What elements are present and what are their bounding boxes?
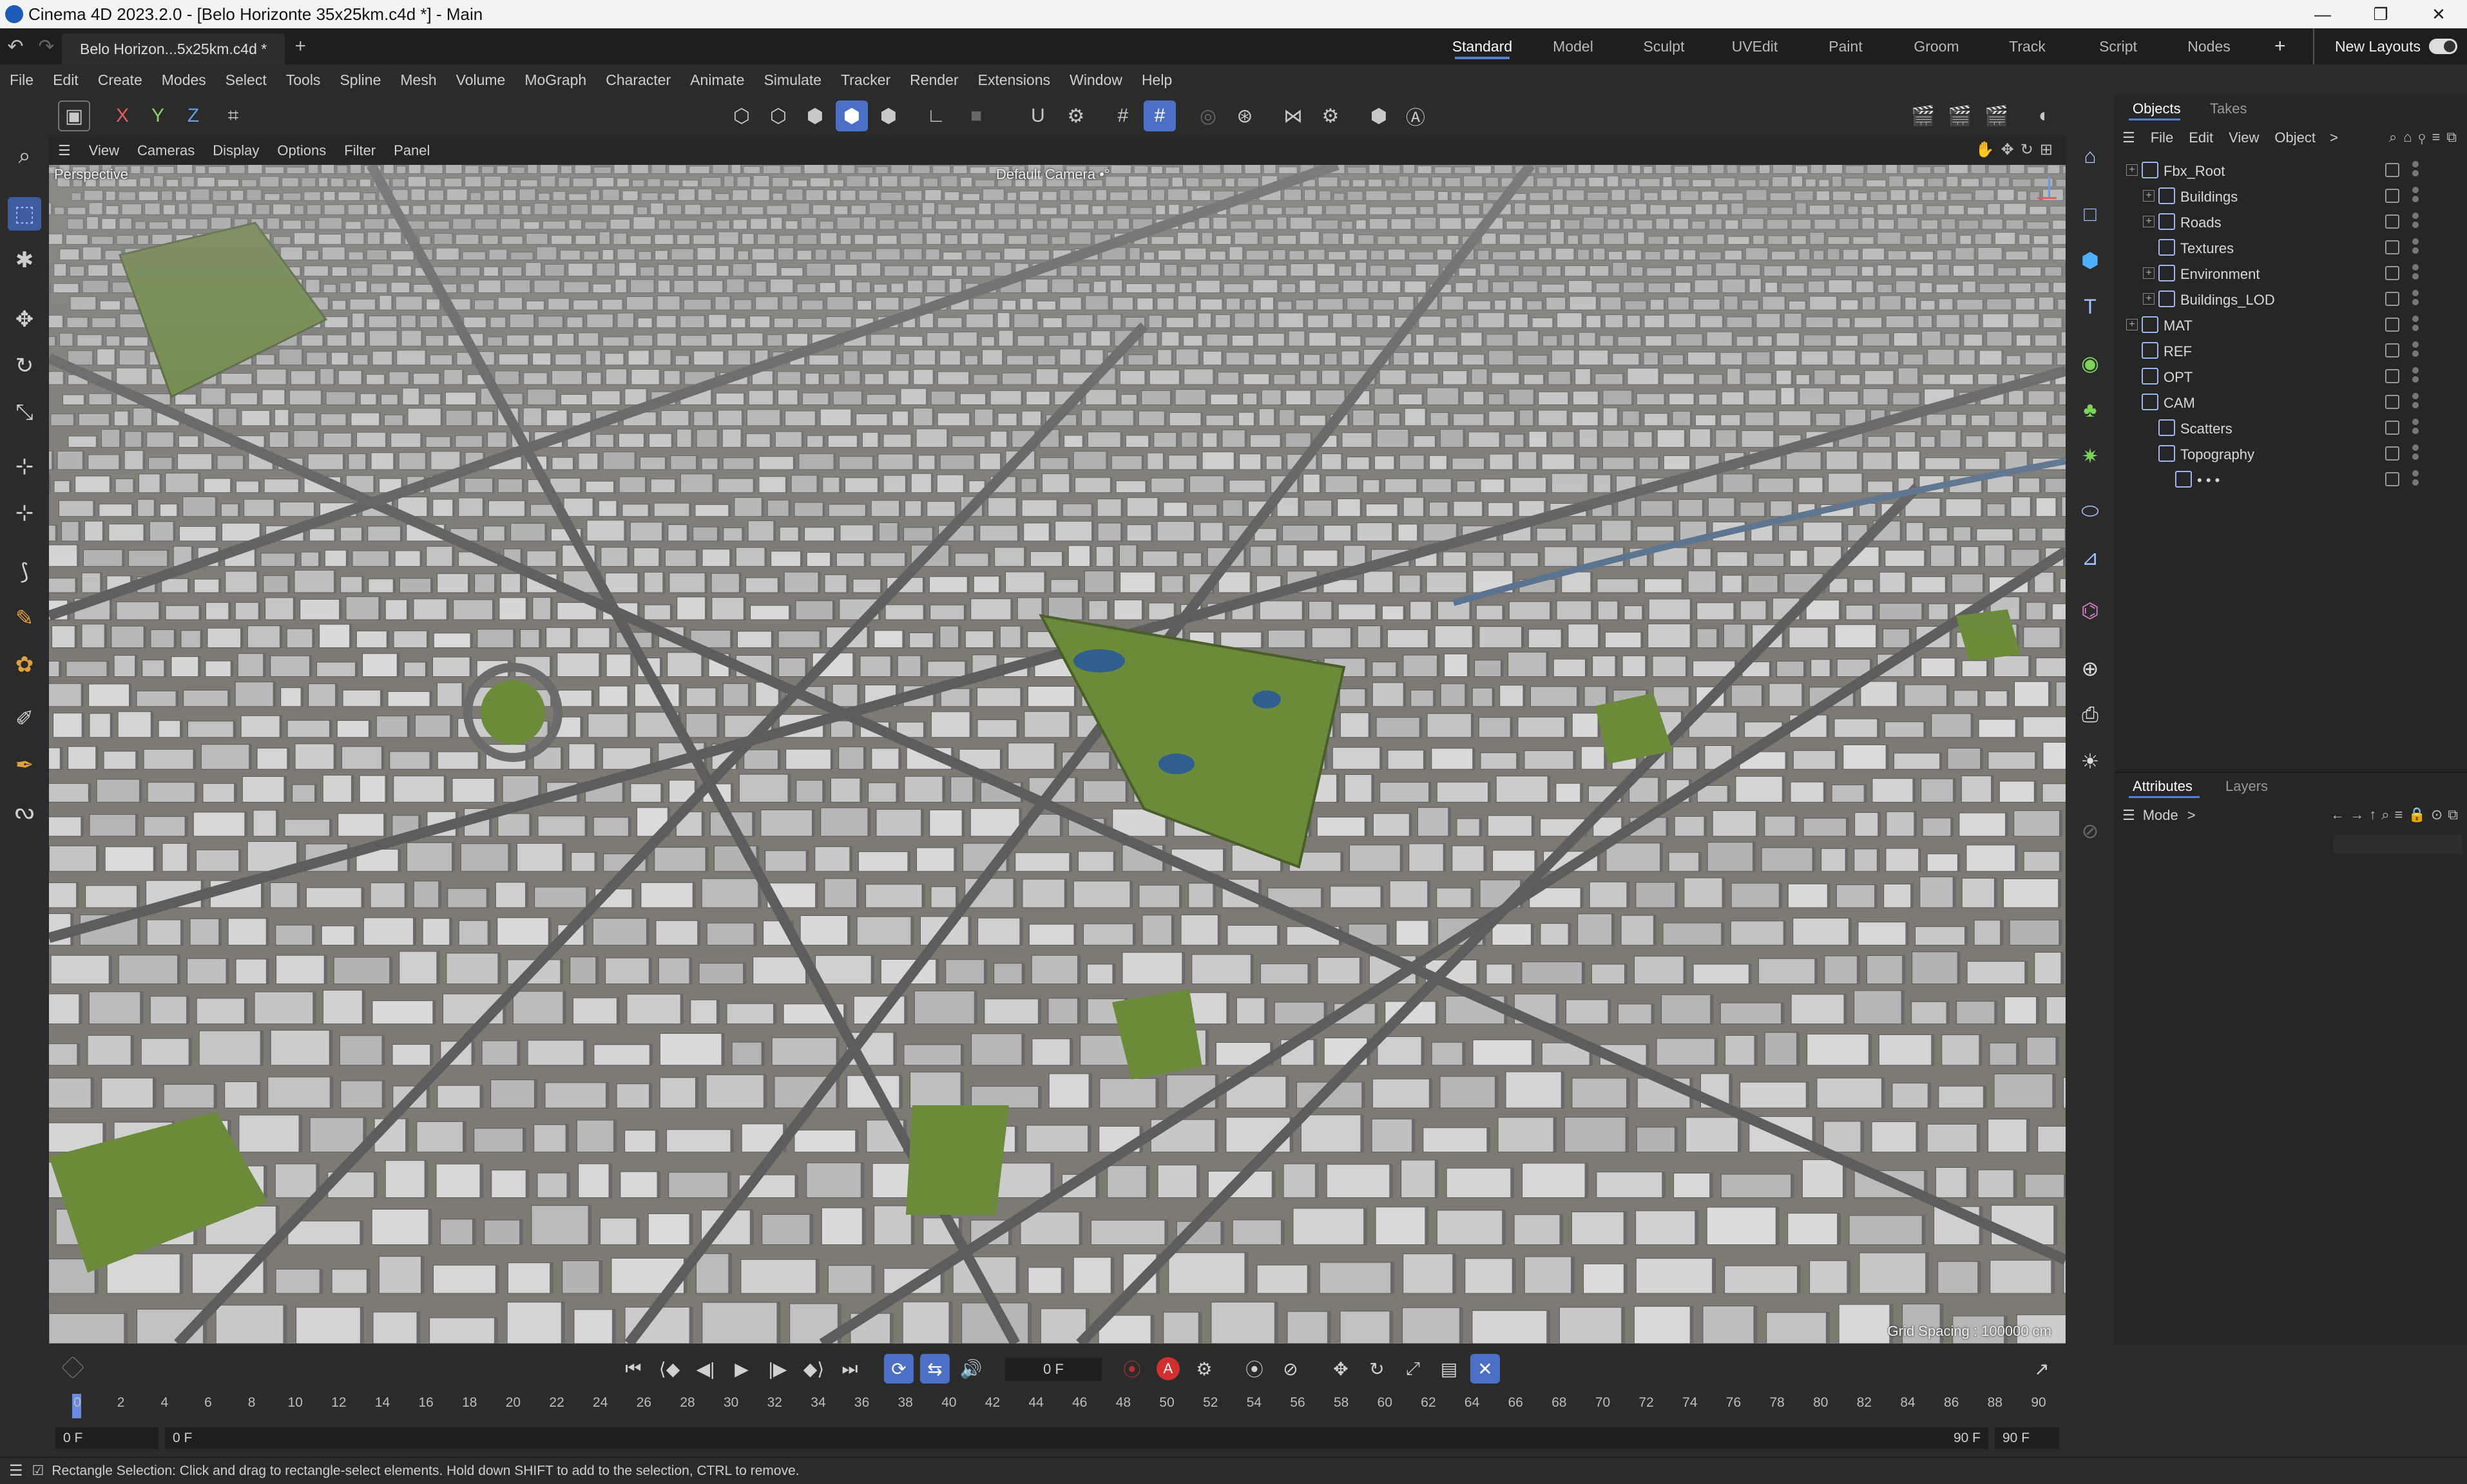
- menu-tools[interactable]: Tools: [276, 71, 331, 89]
- menu-extensions[interactable]: Extensions: [968, 71, 1061, 89]
- layout-tab-uvedit[interactable]: UVEdit: [1709, 28, 1800, 64]
- cinema4d-logo-icon: [5, 5, 23, 23]
- coordinate-system-icon[interactable]: ⌗: [217, 100, 249, 131]
- spline-sketch-icon[interactable]: ᔓ: [8, 795, 41, 828]
- redshift-icon[interactable]: ◐: [2028, 100, 2060, 131]
- viewport-navigation-icons[interactable]: ✋✥↻⊞: [1975, 140, 2059, 159]
- left-tool-palette: ⌕ ⬚ ✱ ✥ ↻ ⤡ ⊹ ⊹ ⟆ ✎ ✿ ✐ ✒ ᔓ: [0, 137, 49, 1347]
- maximize-button[interactable]: ❐: [2352, 0, 2410, 28]
- viewport-menu-options[interactable]: Options: [268, 142, 335, 159]
- spline-pen-icon[interactable]: ✒: [8, 748, 41, 782]
- menu-window[interactable]: Window: [1060, 71, 1132, 89]
- axis-y-toggle[interactable]: Y: [142, 100, 174, 131]
- viewport-menu-panel[interactable]: Panel: [385, 142, 439, 159]
- menu-file[interactable]: File: [0, 71, 43, 89]
- menu-modes[interactable]: Modes: [152, 71, 216, 89]
- layout-tab-groom[interactable]: Groom: [1891, 28, 1982, 64]
- close-button[interactable]: ✕: [2410, 0, 2467, 28]
- city-render: [49, 165, 2066, 1344]
- points-mode-icon[interactable]: ⬡: [725, 100, 758, 131]
- transform-icon[interactable]: ⊹: [8, 496, 41, 529]
- menu-edit[interactable]: Edit: [43, 71, 88, 89]
- menu-volume[interactable]: Volume: [446, 71, 515, 89]
- menu-character[interactable]: Character: [596, 71, 680, 89]
- add-layout-button[interactable]: +: [2274, 28, 2286, 64]
- axis-x-toggle[interactable]: X: [106, 100, 139, 131]
- axis-mode-icon[interactable]: ∟: [920, 100, 952, 131]
- workplane-settings-icon[interactable]: ⊛: [1229, 100, 1261, 131]
- document-tab-bar: ↶ ↷ Belo Horizon...5x25km.c4d * + Standa…: [0, 28, 2467, 64]
- minimize-button[interactable]: —: [2294, 0, 2352, 28]
- magnet-snap-icon[interactable]: U: [1022, 100, 1054, 131]
- add-document-button[interactable]: +: [285, 28, 316, 64]
- live-selection-icon[interactable]: ✱: [8, 243, 41, 277]
- 3d-viewport[interactable]: Perspective Default Camera •° Grid Spaci…: [49, 165, 2066, 1344]
- transfer-icon[interactable]: ⊹: [8, 450, 41, 483]
- paint-icon[interactable]: ✿: [8, 648, 41, 681]
- rotate-icon[interactable]: ↻: [8, 349, 41, 383]
- menu-simulate[interactable]: Simulate: [754, 71, 831, 89]
- viewport-menu-view[interactable]: View: [80, 142, 128, 159]
- menu-tracker[interactable]: Tracker: [831, 71, 900, 89]
- move-icon[interactable]: ✥: [8, 303, 41, 336]
- search-icon[interactable]: ⌕: [8, 139, 41, 173]
- render-picture-viewer-icon[interactable]: 🎬: [1944, 100, 1976, 131]
- camera-mode-icon[interactable]: ▣: [58, 100, 90, 131]
- lock-workplane-icon[interactable]: ◎: [1192, 100, 1224, 131]
- hamburger-menu-icon[interactable]: ☰: [49, 142, 80, 159]
- menu-spline[interactable]: Spline: [330, 71, 390, 89]
- menu-render[interactable]: Render: [900, 71, 968, 89]
- layout-tab-paint[interactable]: Paint: [1800, 28, 1891, 64]
- viewport-menu-bar: ☰ View Cameras Display Options Filter Panel ✋…: [49, 137, 2066, 165]
- menu-mesh[interactable]: Mesh: [390, 71, 446, 89]
- axis-z-toggle[interactable]: Z: [177, 100, 209, 131]
- window-title: Cinema 4D 2023.2.0 - [Belo Horizonte 35x…: [28, 4, 483, 24]
- render-view-icon[interactable]: 🎬: [1907, 100, 1939, 131]
- layout-tab-track[interactable]: Track: [1982, 28, 2073, 64]
- workplane-snap-icon[interactable]: #: [1144, 100, 1176, 131]
- snap-settings-icon[interactable]: ⚙: [1060, 100, 1092, 131]
- polygons-mode-icon[interactable]: ⬢: [799, 100, 831, 131]
- layout-tab-model[interactable]: Model: [1528, 28, 1618, 64]
- symmetry-settings-icon[interactable]: ⚙: [1314, 100, 1347, 131]
- new-layouts-button[interactable]: New Layouts: [2335, 28, 2421, 64]
- sculpt-brush-icon[interactable]: ✐: [8, 702, 41, 736]
- menu-select[interactable]: Select: [216, 71, 276, 89]
- layout-tab-sculpt[interactable]: Sculpt: [1618, 28, 1709, 64]
- animate-icon[interactable]: Ⓐ: [1399, 100, 1432, 131]
- document-tab[interactable]: Belo Horizon...5x25km.c4d *: [62, 33, 285, 64]
- knife-icon[interactable]: ⟆: [8, 555, 41, 589]
- layout-switcher: Standard Model Sculpt UVEdit Paint Groom Track…: [1437, 28, 2254, 64]
- menu-help[interactable]: Help: [1132, 71, 1182, 89]
- scale-icon[interactable]: ⤡: [8, 395, 41, 429]
- model-mode-icon[interactable]: ⬢: [836, 100, 868, 131]
- main-menu-bar: File Edit Create Modes Select Tools Spline Mesh…: [0, 64, 2113, 95]
- main-toolbar: ▣ X Y Z ⌗ ⬡ ⬡ ⬢ ⬢ ⬢ ∟ ■ U ⚙ # # ◎ ⊛ ⋈ ⚙ …: [0, 95, 2113, 137]
- undo-icon[interactable]: ↶: [0, 28, 31, 64]
- brush-icon[interactable]: ✎: [8, 602, 41, 635]
- redo-icon[interactable]: ↷: [31, 28, 62, 64]
- symmetry-icon[interactable]: ⋈: [1277, 100, 1309, 131]
- menu-animate[interactable]: Animate: [680, 71, 754, 89]
- viewport-menu-filter[interactable]: Filter: [335, 142, 385, 159]
- texture-mode-icon[interactable]: ■: [960, 100, 992, 131]
- selection-icon[interactable]: ⬚: [8, 197, 41, 231]
- uv-mode-icon[interactable]: ⬢: [872, 100, 905, 131]
- divider: [2313, 28, 2314, 64]
- viewport-menu-cameras[interactable]: Cameras: [128, 142, 204, 159]
- layout-toggle[interactable]: [2429, 39, 2457, 54]
- layout-tab-standard[interactable]: Standard: [1437, 28, 1528, 64]
- edges-mode-icon[interactable]: ⬡: [762, 100, 794, 131]
- layout-tab-script[interactable]: Script: [2073, 28, 2164, 64]
- hide-icon[interactable]: ⬢: [1363, 100, 1395, 131]
- viewport-menu-display[interactable]: Display: [204, 142, 268, 159]
- title-bar: Cinema 4D 2023.2.0 - [Belo Horizonte 35x…: [0, 0, 2467, 28]
- layout-tab-nodes[interactable]: Nodes: [2164, 28, 2254, 64]
- menu-create[interactable]: Create: [88, 71, 152, 89]
- render-settings-icon[interactable]: 🎬: [1981, 100, 2013, 131]
- grid-snap-icon[interactable]: #: [1107, 100, 1139, 131]
- menu-mograph[interactable]: MoGraph: [515, 71, 596, 89]
